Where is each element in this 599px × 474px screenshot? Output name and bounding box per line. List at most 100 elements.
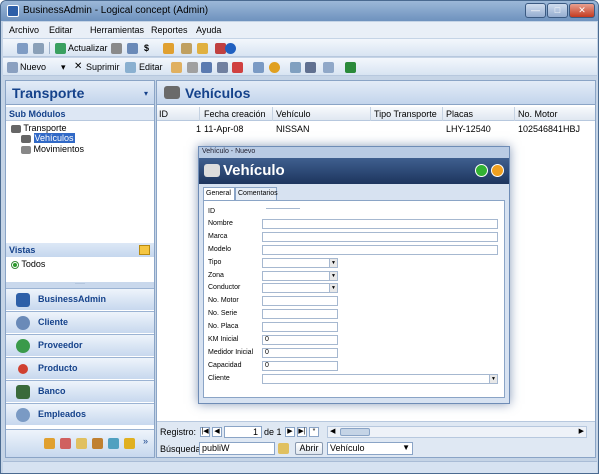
chevron-down-icon[interactable]: ▼ — [402, 443, 410, 452]
expand-icon[interactable] — [171, 62, 182, 73]
chart-icon[interactable] — [269, 62, 280, 73]
cliente-select[interactable]: ▼ — [262, 374, 498, 384]
lock-icon[interactable] — [197, 43, 208, 54]
pin-icon[interactable] — [139, 245, 150, 255]
horizontal-scrollbar[interactable]: ◀ ▶ — [327, 426, 587, 438]
zona-select[interactable]: ▼ — [262, 271, 338, 281]
transport-shortcut-icon[interactable] — [44, 438, 55, 449]
serie-field[interactable] — [262, 309, 338, 319]
nuevo-button[interactable]: Nuevo — [20, 62, 46, 72]
modelo-field[interactable] — [262, 245, 498, 255]
chevron-down-icon[interactable]: ▼ — [329, 259, 337, 267]
minimize-button[interactable]: — — [525, 3, 546, 18]
col-vehiculo[interactable]: Vehículo — [276, 109, 311, 119]
print-preview-icon[interactable] — [17, 43, 28, 54]
last-record-icon[interactable]: ▶| — [297, 427, 307, 437]
chevron-down-icon[interactable]: ▼ — [329, 272, 337, 280]
new-record-icon[interactable]: * — [309, 427, 319, 437]
refresh-icon[interactable] — [55, 43, 66, 54]
table-row[interactable]: 1 11-Apr-08 NISSAN LHY-12540 102546841HB… — [157, 122, 595, 135]
maximize-button[interactable]: □ — [547, 3, 568, 18]
search-input[interactable]: publiW — [199, 442, 275, 455]
clear-filter-icon[interactable] — [323, 62, 334, 73]
menu-herramientas[interactable]: Herramientas — [90, 25, 144, 35]
col-tipo[interactable]: Tipo Transporte — [374, 109, 437, 119]
chevron-down-icon[interactable]: ▼ — [329, 284, 337, 292]
columns-icon[interactable] — [253, 62, 264, 73]
view-todos[interactable]: Todos — [11, 259, 45, 269]
first-record-icon[interactable]: |◀ — [200, 427, 210, 437]
menu-archivo[interactable]: Archivo — [9, 25, 39, 35]
nav-empleados[interactable]: Empleados — [6, 403, 154, 425]
calendar-shortcut-icon[interactable] — [76, 438, 87, 449]
marca-field[interactable] — [262, 232, 498, 242]
find-icon[interactable] — [290, 62, 301, 73]
capacidad-field[interactable]: 0 — [262, 361, 338, 371]
search-tool-icon[interactable] — [278, 443, 289, 454]
info-icon[interactable] — [225, 43, 236, 54]
save-icon[interactable] — [491, 164, 504, 177]
menu-reportes[interactable]: Reportes — [151, 25, 188, 35]
money-shortcut-icon[interactable] — [124, 438, 135, 449]
menu-ayuda[interactable]: Ayuda — [196, 25, 221, 35]
col-fecha[interactable]: Fecha creación — [204, 109, 266, 119]
sort-asc-icon[interactable] — [201, 62, 212, 73]
tree-item-movimientos[interactable]: Movimientos — [21, 144, 84, 154]
record-number-input[interactable]: 1 — [224, 426, 262, 438]
placa-field[interactable] — [262, 322, 338, 332]
medidor-field[interactable]: 0 — [262, 348, 338, 358]
search-field-select[interactable]: Vehículo ▼ — [327, 442, 413, 455]
prev-record-icon[interactable]: ◀ — [212, 427, 222, 437]
scroll-left-icon[interactable]: ◀ — [330, 427, 335, 435]
scroll-thumb[interactable] — [340, 428, 370, 436]
chevron-down-icon[interactable]: ▾ — [144, 89, 148, 98]
nav-proveedor[interactable]: Proveedor — [6, 334, 154, 356]
col-motor[interactable]: No. Motor — [518, 109, 558, 119]
tree-item-transporte[interactable]: Transporte — [11, 123, 67, 133]
collapse-icon[interactable] — [187, 62, 198, 73]
nav-producto[interactable]: Producto — [6, 357, 154, 379]
next-record-icon[interactable]: ▶ — [285, 427, 295, 437]
delete-icon[interactable]: ✕ — [74, 61, 82, 72]
dropdown-arrow-icon[interactable]: ▾ — [61, 62, 66, 73]
dollar-icon[interactable]: $ — [144, 43, 155, 54]
nav-businessadmin[interactable]: BusinessAdmin — [6, 288, 154, 310]
nav-cliente[interactable]: Cliente — [6, 311, 154, 333]
excel-icon[interactable] — [345, 62, 356, 73]
tools-icon[interactable] — [181, 43, 192, 54]
col-id[interactable]: ID — [159, 109, 168, 119]
close-button[interactable]: ✕ — [569, 3, 595, 18]
tab-general[interactable]: General — [203, 187, 235, 201]
go-icon[interactable] — [475, 164, 488, 177]
filter-icon[interactable] — [305, 62, 316, 73]
reports-shortcut-icon[interactable] — [92, 438, 103, 449]
tab-comentarios[interactable]: Comentarios — [235, 187, 278, 200]
settings-icon[interactable] — [111, 43, 122, 54]
folder-icon[interactable] — [163, 43, 174, 54]
editar-button[interactable]: Editar — [139, 62, 163, 72]
chevron-down-icon[interactable]: ▼ — [489, 375, 497, 383]
nav-banco[interactable]: Banco — [6, 380, 154, 402]
group-icon[interactable] — [232, 62, 243, 73]
conductor-select[interactable]: ▼ — [262, 283, 338, 293]
tree-item-vehiculos[interactable]: Vehículos — [21, 133, 75, 143]
print-icon[interactable] — [33, 43, 44, 54]
menu-editar[interactable]: Editar — [49, 25, 73, 35]
new-icon[interactable] — [7, 62, 18, 73]
id-field — [266, 208, 300, 209]
km-inicial-field[interactable]: 0 — [262, 335, 338, 345]
sort-desc-icon[interactable] — [217, 62, 228, 73]
inventory-shortcut-icon[interactable] — [108, 438, 119, 449]
edit-icon[interactable] — [125, 62, 136, 73]
actualizar-button[interactable]: Actualizar — [68, 43, 108, 53]
col-placas[interactable]: Placas — [446, 109, 473, 119]
tipo-select[interactable]: ▼ — [262, 258, 338, 268]
notes-shortcut-icon[interactable] — [60, 438, 71, 449]
motor-field[interactable] — [262, 296, 338, 306]
scroll-right-icon[interactable]: ▶ — [579, 427, 584, 435]
document-icon[interactable] — [127, 43, 138, 54]
abrir-button[interactable]: Abrir — [295, 442, 323, 455]
overflow-chevron-icon[interactable]: » — [143, 436, 148, 446]
suprimir-button[interactable]: Suprimir — [86, 62, 120, 72]
nombre-field[interactable] — [262, 219, 498, 229]
